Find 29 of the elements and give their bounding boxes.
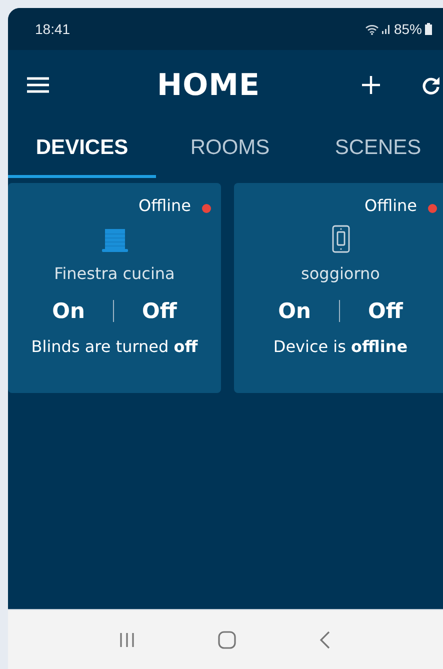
battery-level: 85% bbox=[394, 21, 422, 37]
off-button[interactable]: Off bbox=[364, 299, 407, 323]
blinds-icon bbox=[102, 229, 128, 253]
back-icon[interactable] bbox=[318, 630, 331, 648]
tab[interactable]: DEVICES bbox=[8, 120, 156, 178]
device-name: soggiorno bbox=[301, 264, 380, 283]
wifi-icon bbox=[364, 24, 379, 34]
device-status: Offline bbox=[364, 196, 417, 215]
refresh-icon[interactable] bbox=[422, 76, 440, 94]
device-card[interactable]: Offline soggiorno On Off Device is offline bbox=[234, 183, 443, 393]
app-title: HOME bbox=[157, 68, 260, 102]
wall-switch-icon bbox=[332, 225, 350, 253]
off-button[interactable]: Off bbox=[138, 299, 181, 323]
tab[interactable]: SCENES bbox=[304, 120, 443, 178]
home-icon[interactable] bbox=[218, 630, 236, 648]
tab[interactable]: ROOMS bbox=[156, 120, 304, 178]
device-state-text: Device is offline bbox=[273, 337, 408, 356]
device-state-text: Blinds are turned off bbox=[31, 337, 198, 356]
device-status: Offline bbox=[138, 196, 191, 215]
on-button[interactable]: On bbox=[274, 299, 315, 323]
recent-apps-icon[interactable] bbox=[119, 632, 136, 648]
menu-icon[interactable] bbox=[27, 77, 49, 93]
clock: 18:41 bbox=[35, 21, 70, 37]
device-card[interactable]: Offline Finestra cucina On Off Blinds are turned off bbox=[8, 183, 221, 393]
battery-icon bbox=[425, 23, 432, 35]
device-name: Finestra cucina bbox=[54, 264, 175, 283]
on-button[interactable]: On bbox=[48, 299, 89, 323]
plus-icon[interactable] bbox=[362, 76, 380, 94]
signal-icon bbox=[382, 24, 391, 34]
